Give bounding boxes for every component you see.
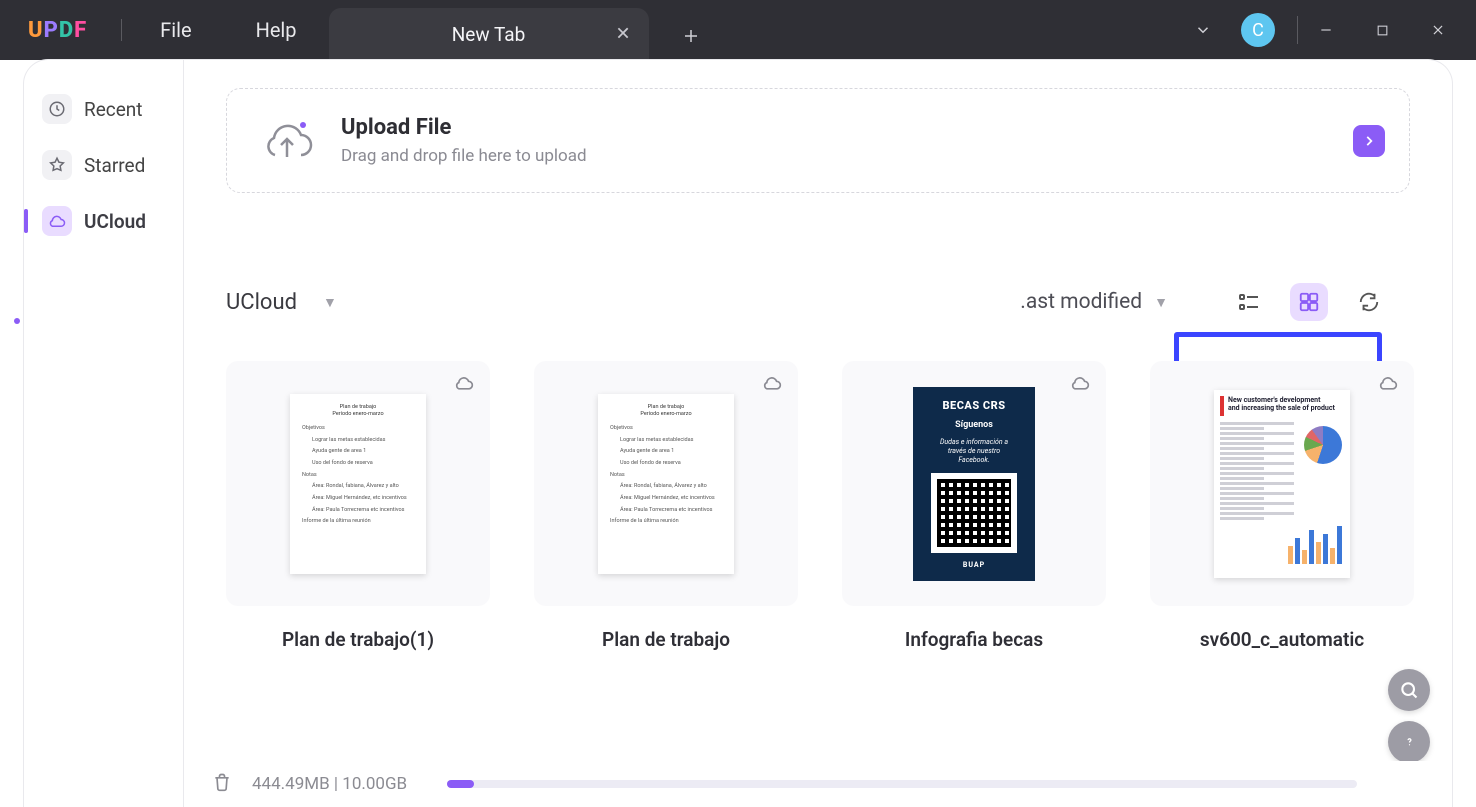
file-thumbnail: New customer's development and increasin… — [1150, 361, 1414, 606]
window-max-button[interactable] — [1354, 0, 1410, 60]
user-avatar[interactable]: C — [1241, 13, 1275, 47]
help-fab[interactable] — [1388, 721, 1430, 763]
cloud-icon — [1378, 373, 1398, 397]
sidebar-item-label: Recent — [84, 98, 143, 121]
tab-title: New Tab — [452, 23, 526, 46]
file-name: Infografia becas — [905, 628, 1043, 651]
cloud-icon — [42, 206, 72, 236]
window-min-button[interactable] — [1298, 0, 1354, 60]
titlebar-dropdown[interactable] — [1173, 21, 1233, 39]
tab-strip: New Tab ✕ — [329, 0, 715, 60]
cloud-icon — [454, 373, 474, 397]
add-tab-button[interactable] — [667, 12, 715, 60]
file-card[interactable]: Plan de trabajoPeríodo enero-marzo Objet… — [534, 361, 798, 651]
upload-subtitle: Drag and drop file here to upload — [341, 146, 587, 166]
tab-new[interactable]: New Tab ✕ — [329, 8, 649, 60]
title-bar: UPDF File Help New Tab ✕ C — [0, 0, 1476, 60]
tab-close-icon[interactable]: ✕ — [615, 24, 630, 45]
file-card[interactable]: New customer's development and increasin… — [1150, 361, 1414, 651]
file-name: Plan de trabajo(1) — [282, 628, 434, 651]
file-name: Plan de trabajo — [602, 628, 730, 651]
file-name: sv600_c_automatic — [1200, 628, 1364, 651]
upload-proceed-button[interactable] — [1353, 125, 1385, 157]
trash-icon[interactable] — [212, 771, 232, 797]
thumbnail-view-button[interactable] — [1290, 283, 1328, 321]
refresh-button[interactable] — [1350, 283, 1388, 321]
upload-text: Upload File Drag and drop file here to u… — [341, 115, 587, 166]
clock-icon — [42, 94, 72, 124]
upload-dropzone[interactable]: Upload File Drag and drop file here to u… — [226, 88, 1410, 193]
report-preview: New customer's development and increasin… — [1214, 390, 1350, 578]
upload-title: Upload File — [341, 115, 587, 140]
menu-help[interactable]: Help — [224, 0, 329, 60]
infographic-preview: BECAS CRS Síguenos Dudas e información a… — [913, 387, 1035, 581]
storage-footer: 444.49MB | 10.00GB — [184, 761, 1452, 807]
files-toolbar: UCloud ▼ .ast modified ▼ — [226, 273, 1410, 331]
chevron-down-icon: ▼ — [1154, 294, 1168, 311]
titlebar-right: C — [1173, 0, 1476, 60]
star-icon — [42, 150, 72, 180]
main-menu: File Help — [128, 0, 328, 60]
search-fab[interactable] — [1388, 669, 1430, 711]
doc-preview: Plan de trabajoPeríodo enero-marzo Objet… — [598, 394, 734, 574]
app-logo: UPDF — [0, 0, 115, 60]
workspace: Recent Starred UCloud — [24, 60, 1452, 807]
file-thumbnail: Plan de trabajoPeríodo enero-marzo Objet… — [226, 361, 490, 606]
sort-label: .ast modified — [1020, 290, 1142, 314]
chevron-down-icon: ▼ — [323, 294, 337, 311]
breadcrumb-label: UCloud — [226, 290, 297, 315]
divider — [121, 19, 122, 41]
list-view-button[interactable] — [1230, 283, 1268, 321]
cloud-icon — [762, 373, 782, 397]
sidebar-item-recent[interactable]: Recent — [36, 94, 171, 124]
file-thumbnail: BECAS CRS Síguenos Dudas e información a… — [842, 361, 1106, 606]
sidebar: Recent Starred UCloud — [24, 60, 184, 807]
window-close-button[interactable] — [1410, 0, 1466, 60]
file-thumbnail: Plan de trabajoPeríodo enero-marzo Objet… — [534, 361, 798, 606]
storage-progress — [447, 780, 1357, 788]
sidebar-item-ucloud[interactable]: UCloud — [36, 206, 171, 236]
cloud-upload-icon — [259, 119, 315, 163]
view-controls — [1208, 273, 1410, 331]
main-panel: Upload File Drag and drop file here to u… — [184, 60, 1452, 807]
sidebar-item-label: UCloud — [84, 210, 146, 233]
sort-dropdown[interactable]: .ast modified ▼ — [1020, 290, 1168, 314]
doc-preview: Plan de trabajoPeríodo enero-marzo Objet… — [290, 394, 426, 574]
file-card[interactable]: BECAS CRS Síguenos Dudas e información a… — [842, 361, 1106, 651]
sidebar-item-label: Starred — [84, 154, 145, 177]
menu-file[interactable]: File — [128, 0, 223, 60]
file-grid: Plan de trabajoPeríodo enero-marzo Objet… — [226, 361, 1410, 651]
breadcrumb[interactable]: UCloud ▼ — [226, 290, 337, 315]
sidebar-item-starred[interactable]: Starred — [36, 150, 171, 180]
cloud-icon — [1070, 373, 1090, 397]
storage-text: 444.49MB | 10.00GB — [252, 774, 407, 794]
active-indicator-dot — [14, 318, 20, 324]
file-card[interactable]: Plan de trabajoPeríodo enero-marzo Objet… — [226, 361, 490, 651]
